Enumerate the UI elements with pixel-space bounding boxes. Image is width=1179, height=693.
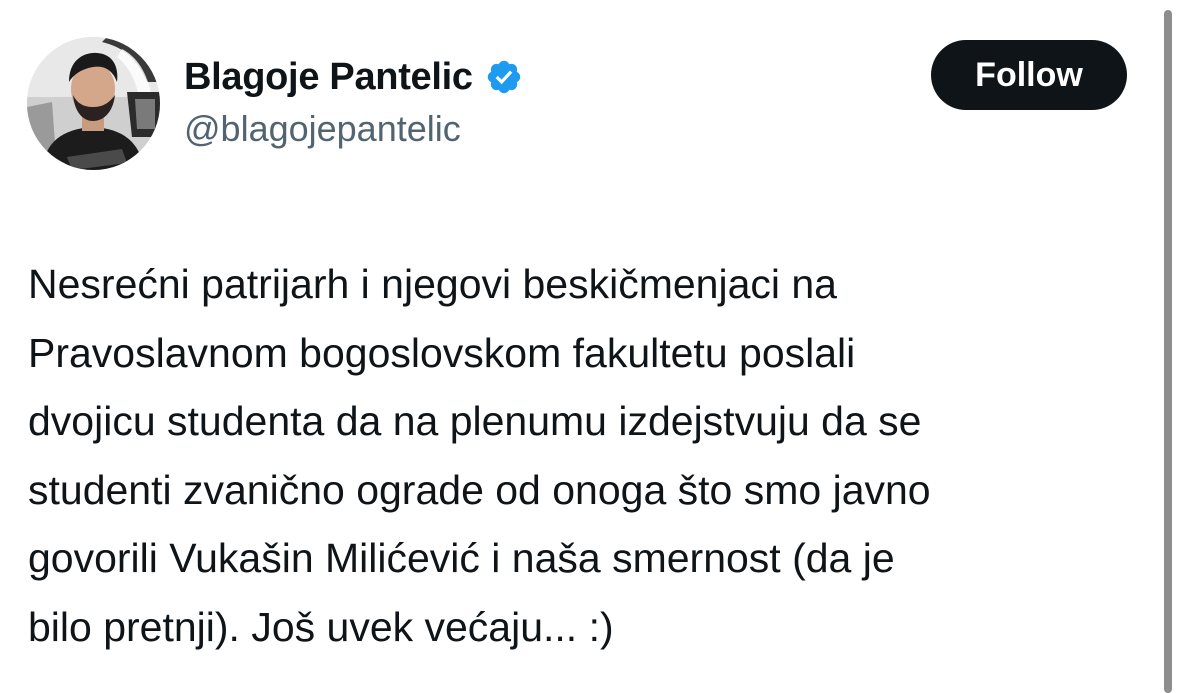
avatar-photo-icon [27,37,160,170]
author-name-row: Blagoje Pantelic [184,54,523,100]
tweet-text-line: studenti zvanično ograde od onoga što sm… [28,466,931,513]
scrollbar-thumb[interactable] [1164,10,1172,693]
tweet-text: Nesrećni patrijarh i njegovi beskičmenja… [28,250,1153,661]
author-display-name[interactable]: Blagoje Pantelic [184,56,473,99]
verified-badge-icon[interactable] [485,58,523,96]
follow-button[interactable]: Follow [931,40,1127,110]
tweet-text-line: Pravoslavnom bogoslovskom fakultetu posl… [28,329,856,376]
scrollbar[interactable] [1160,0,1179,693]
author-handle[interactable]: @blagojepantelic [184,108,461,150]
tweet-text-line: Nesrećni patrijarh i njegovi beskičmenja… [28,261,837,307]
tweet-text-line: dvojicu studenta da na plenumu izdejstvu… [28,398,922,444]
tweet-card: Blagoje Pantelic @blagojepantelic Follow… [0,0,1160,693]
author-avatar[interactable] [27,37,160,170]
tweet-text-line: bilo pretnji). Još uvek većaju... :) [28,603,614,650]
tweet-text-line: govorili Vukašin Milićević i naša smerno… [28,535,895,581]
